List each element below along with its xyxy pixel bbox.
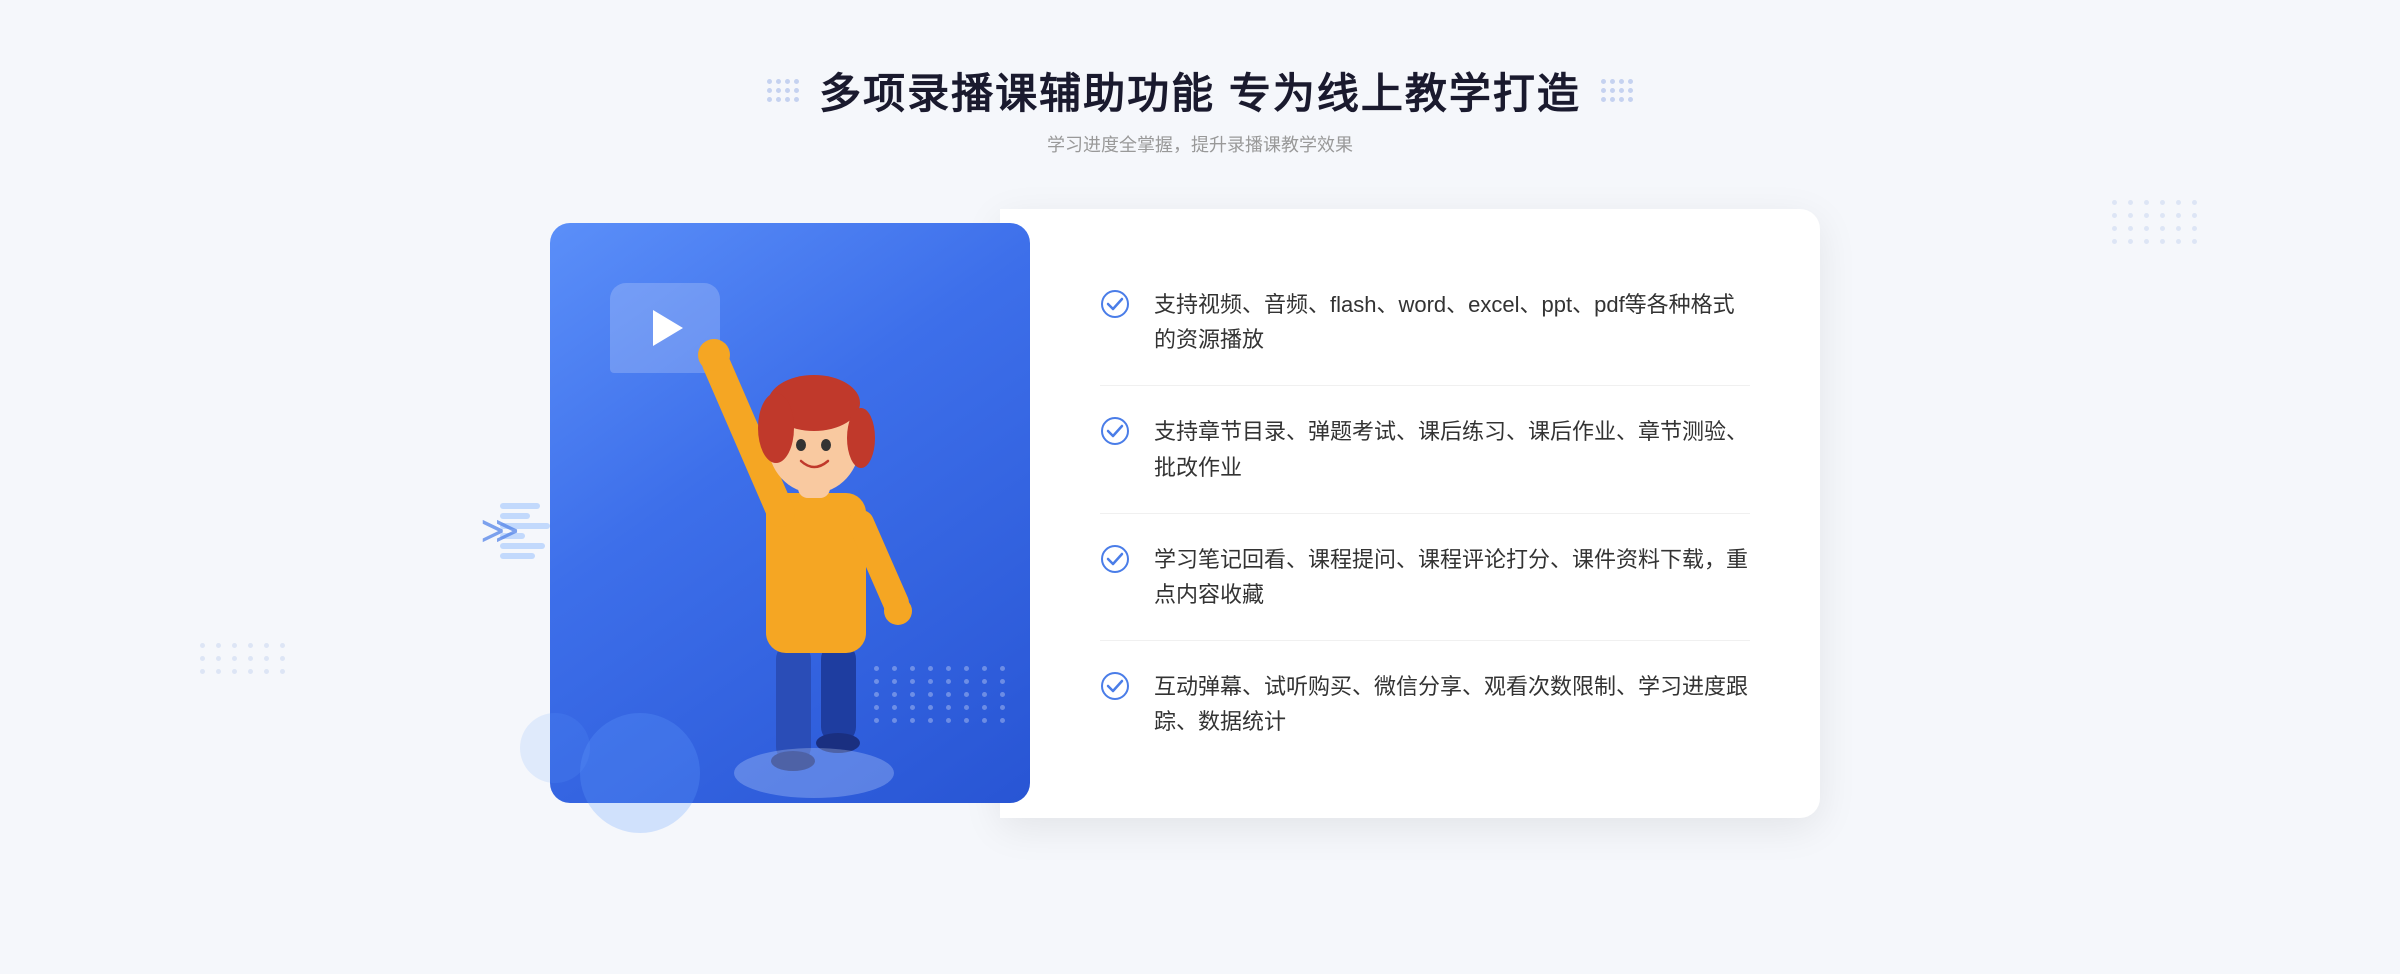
content-area: ≫ 支持视频、音频、flash、word、excel、ppt、pdf等各种格式的… bbox=[550, 209, 1850, 818]
header-dots-left bbox=[767, 79, 799, 102]
feature-text-3: 学习笔记回看、课程提问、课程评论打分、课件资料下载，重点内容收藏 bbox=[1154, 542, 1750, 612]
page-container: 多项录播课辅助功能 专为线上教学打造 学习进度全掌握，提升录播课教学效果 bbox=[0, 0, 2400, 974]
illustration-card: ≫ bbox=[550, 223, 1030, 803]
page-subtitle: 学习进度全掌握，提升录播课教学效果 bbox=[767, 131, 1633, 157]
check-icon-1 bbox=[1100, 289, 1130, 319]
circle-decoration-1 bbox=[580, 713, 700, 833]
feature-text-1: 支持视频、音频、flash、word、excel、ppt、pdf等各种格式的资源… bbox=[1154, 287, 1750, 357]
feature-item-1: 支持视频、音频、flash、word、excel、ppt、pdf等各种格式的资源… bbox=[1100, 259, 1750, 386]
check-icon-2 bbox=[1100, 416, 1130, 446]
feature-item-4: 互动弹幕、试听购买、微信分享、观看次数限制、学习进度跟踪、数据统计 bbox=[1100, 641, 1750, 767]
header-dots-right bbox=[1601, 79, 1633, 102]
page-title: 多项录播课辅助功能 专为线上教学打造 bbox=[819, 60, 1581, 121]
feature-item-3: 学习笔记回看、课程提问、课程评论打分、课件资料下载，重点内容收藏 bbox=[1100, 514, 1750, 641]
page-header: 多项录播课辅助功能 专为线上教学打造 学习进度全掌握，提升录播课教学效果 bbox=[767, 60, 1633, 157]
play-triangle-icon bbox=[653, 310, 683, 346]
bg-dots-right bbox=[2112, 200, 2200, 244]
feature-item-2: 支持章节目录、弹题考试、课后练习、课后作业、章节测验、批改作业 bbox=[1100, 386, 1750, 513]
check-icon-4 bbox=[1100, 671, 1130, 701]
circle-decoration-2 bbox=[520, 713, 590, 783]
feature-text-4: 互动弹幕、试听购买、微信分享、观看次数限制、学习进度跟踪、数据统计 bbox=[1154, 669, 1750, 739]
bg-dots-left bbox=[200, 643, 288, 674]
features-card: 支持视频、音频、flash、word、excel、ppt、pdf等各种格式的资源… bbox=[1000, 209, 1820, 818]
check-icon-3 bbox=[1100, 544, 1130, 574]
chevron-left-icon: ≫ bbox=[480, 508, 520, 553]
person-illustration bbox=[686, 283, 946, 803]
feature-text-2: 支持章节目录、弹题考试、课后练习、课后作业、章节测验、批改作业 bbox=[1154, 414, 1750, 484]
